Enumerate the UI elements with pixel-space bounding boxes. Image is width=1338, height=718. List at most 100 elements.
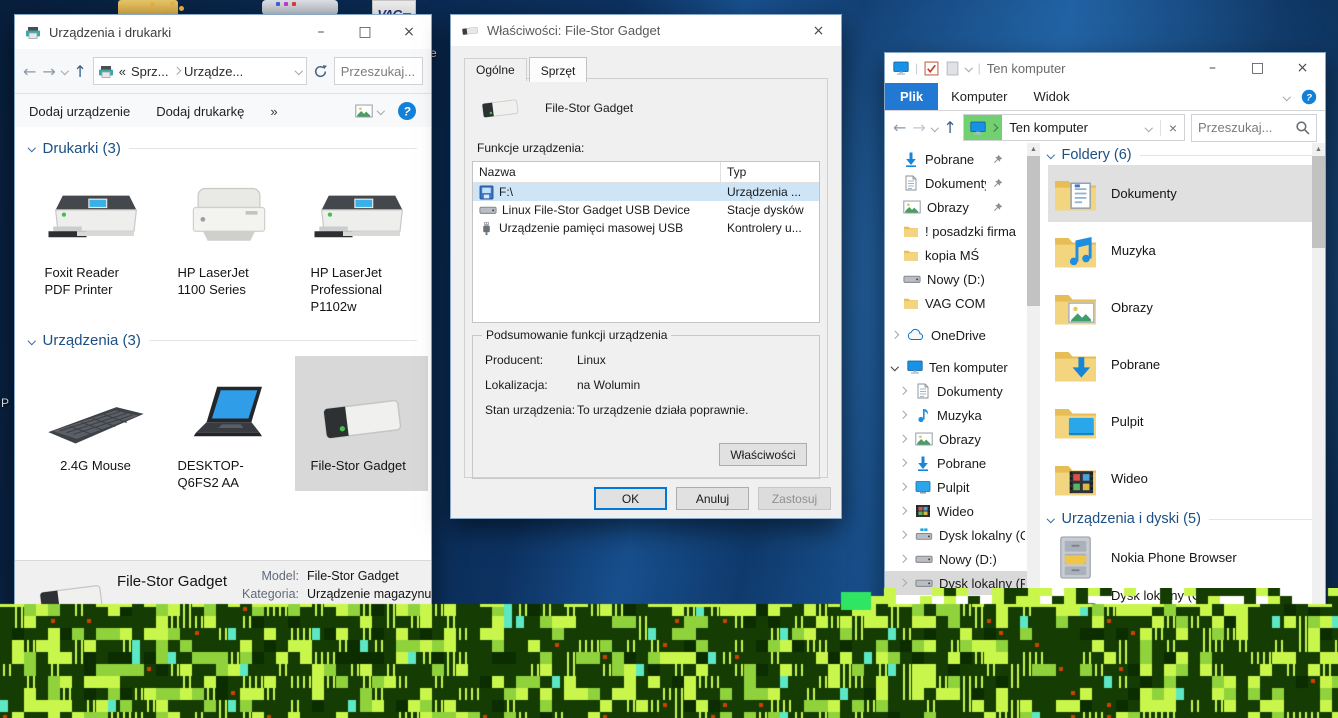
expander-icon[interactable] [899,459,907,467]
expander-icon[interactable] [891,363,899,371]
tree-item-obrazy[interactable]: Obrazy [885,195,1027,219]
back-button[interactable]: ← [893,118,906,137]
new-item-icon[interactable] [945,61,960,76]
desktop-device-icon-fragment[interactable] [262,0,338,15]
back-button[interactable]: ← [23,62,36,81]
maximize-button[interactable]: □ [1235,53,1280,83]
properties-button[interactable]: Właściwości [719,443,807,466]
tree-item-obrazy[interactable]: Obrazy [885,427,1027,451]
expander-icon[interactable] [899,411,907,419]
tree-item-wideo[interactable]: Wideo [885,499,1027,523]
collapse-chevron-icon[interactable] [28,337,36,345]
expander-icon[interactable] [899,435,907,443]
ok-button[interactable]: OK [594,487,667,510]
tree-item-dokumenty[interactable]: Dokumenty [885,171,1027,195]
printer-tile[interactable]: Foxit Reader PDF Printer [29,163,162,316]
table-row[interactable]: Urządzenie pamięci masowej USB Kontroler… [473,219,819,237]
address-bar[interactable]: « Sprz... Urządze... [93,57,307,85]
folder-tile-pobrane[interactable]: Pobrane [1048,336,1312,393]
tree-item-pobrane[interactable]: Pobrane [885,147,1027,171]
tree-item-kopia[interactable]: kopia MŚ [885,243,1027,267]
tree-item-nowy-d[interactable]: Nowy (D:) [885,547,1027,571]
tree-item-posadzki[interactable]: ! posadzki firma [885,219,1027,243]
table-row-selected[interactable]: F:\ Urządzenia ... [473,183,819,201]
breadcrumb-item[interactable]: Urządze... [184,64,243,79]
tab-view[interactable]: Widok [1021,83,1083,110]
help-button[interactable]: ? [397,101,417,121]
titlebar[interactable]: | | Ten komputer – □ × [885,53,1325,83]
tree-item-dysk-c[interactable]: Dysk lokalny (C:) [885,523,1027,547]
add-device-button[interactable]: Dodaj urządzenie [29,104,130,119]
titlebar[interactable]: Urządzenia i drukarki – □ × [15,15,431,49]
stop-refresh-button[interactable]: × [1160,120,1177,136]
column-header-type[interactable]: Typ [721,162,819,182]
main-scrollbar[interactable]: ▲ [1312,143,1325,631]
scroll-up-arrow[interactable]: ▲ [1030,143,1037,156]
forward-button[interactable]: → [42,62,55,81]
tree-item-vag-com[interactable]: VAG COM [885,291,1027,315]
address-bar[interactable]: Ten komputer × [963,114,1185,141]
device-tile[interactable]: 2.4G Mouse [29,356,162,492]
expander-icon[interactable] [899,387,907,395]
tree-scrollbar[interactable]: ▲ [1027,143,1040,631]
search-box[interactable]: Przeszukaj... [1191,114,1317,142]
qat-customize-chevron-icon[interactable] [965,64,973,72]
drives-group-header[interactable]: Urządzenia i dyski (5) [1048,509,1312,529]
close-button[interactable]: × [1280,53,1325,83]
titlebar[interactable]: Właściwości: File-Stor Gadget × [451,15,841,46]
folder-tile-obrazy[interactable]: Obrazy [1048,279,1312,336]
collapse-chevron-icon[interactable] [1047,151,1055,159]
printer-tile[interactable]: HP LaserJet Professional P1102w [295,163,428,316]
table-row[interactable]: Linux File-Stor Gadget USB Device Stacje… [473,201,819,219]
tree-item-nowy-d[interactable]: Nowy (D:) [885,267,1027,291]
tab-computer[interactable]: Komputer [938,83,1020,110]
tree-item-pobrane[interactable]: Pobrane [885,451,1027,475]
folder-tile-dokumenty[interactable]: Dokumenty [1048,165,1312,222]
scrollbar-thumb[interactable] [1312,156,1325,248]
help-button[interactable]: ? [1301,89,1317,105]
devices-group-header[interactable]: Urządzenia (3) [29,330,417,352]
toolbar-overflow-button[interactable]: » [270,104,277,119]
close-button[interactable]: × [387,15,431,49]
up-button[interactable]: ↑ [73,62,86,81]
tree-item-muzyka[interactable]: Muzyka [885,403,1027,427]
scroll-up-arrow[interactable]: ▲ [1315,143,1322,156]
close-button[interactable]: × [796,15,841,46]
apply-button[interactable]: Zastosuj [758,487,831,510]
forward-button[interactable]: → [912,118,925,137]
column-header-name[interactable]: Nazwa [473,162,721,182]
tree-item-pulpit[interactable]: Pulpit [885,475,1027,499]
table-header[interactable]: Nazwa Typ [473,162,819,183]
expander-icon[interactable] [891,331,899,339]
collapse-chevron-icon[interactable] [28,144,36,152]
change-view-button[interactable] [355,104,384,118]
folders-group-header[interactable]: Foldery (6) [1048,145,1312,165]
folder-tile-wideo[interactable]: Wideo [1048,450,1312,507]
up-button[interactable]: ↑ [943,118,956,137]
device-tile-selected[interactable]: File-Stor Gadget [295,356,428,492]
minimize-button[interactable]: – [1190,53,1235,83]
cancel-button[interactable]: Anuluj [676,487,749,510]
address-dropdown-chevron-icon[interactable] [295,67,303,75]
tree-item-onedrive[interactable]: OneDrive [885,323,1027,347]
device-tile[interactable]: DESKTOP-Q6FS2 AA [162,356,295,492]
maximize-button[interactable]: □ [343,15,387,49]
tab-file[interactable]: Plik [885,83,938,110]
refresh-icon[interactable] [313,64,328,79]
breadcrumb-overflow[interactable]: « [119,64,126,79]
add-printer-button[interactable]: Dodaj drukarkę [156,104,244,119]
search-box[interactable]: Przeszukaj... [334,57,423,85]
expander-icon[interactable] [899,507,907,515]
collapse-chevron-icon[interactable] [1047,515,1055,523]
tab-general[interactable]: Ogólne [464,58,527,81]
expander-icon[interactable] [899,483,907,491]
tab-hardware[interactable]: Sprzęt [529,57,588,82]
properties-check-icon[interactable] [924,61,939,76]
printer-tile[interactable]: HP LaserJet 1100 Series [162,163,295,316]
minimize-button[interactable]: – [299,15,343,49]
breadcrumb-item[interactable]: Sprz... [131,64,169,79]
folder-tile-muzyka[interactable]: Muzyka [1048,222,1312,279]
expander-icon[interactable] [899,579,907,587]
expander-icon[interactable] [899,531,907,539]
ribbon-expand-chevron-icon[interactable] [1282,93,1290,101]
